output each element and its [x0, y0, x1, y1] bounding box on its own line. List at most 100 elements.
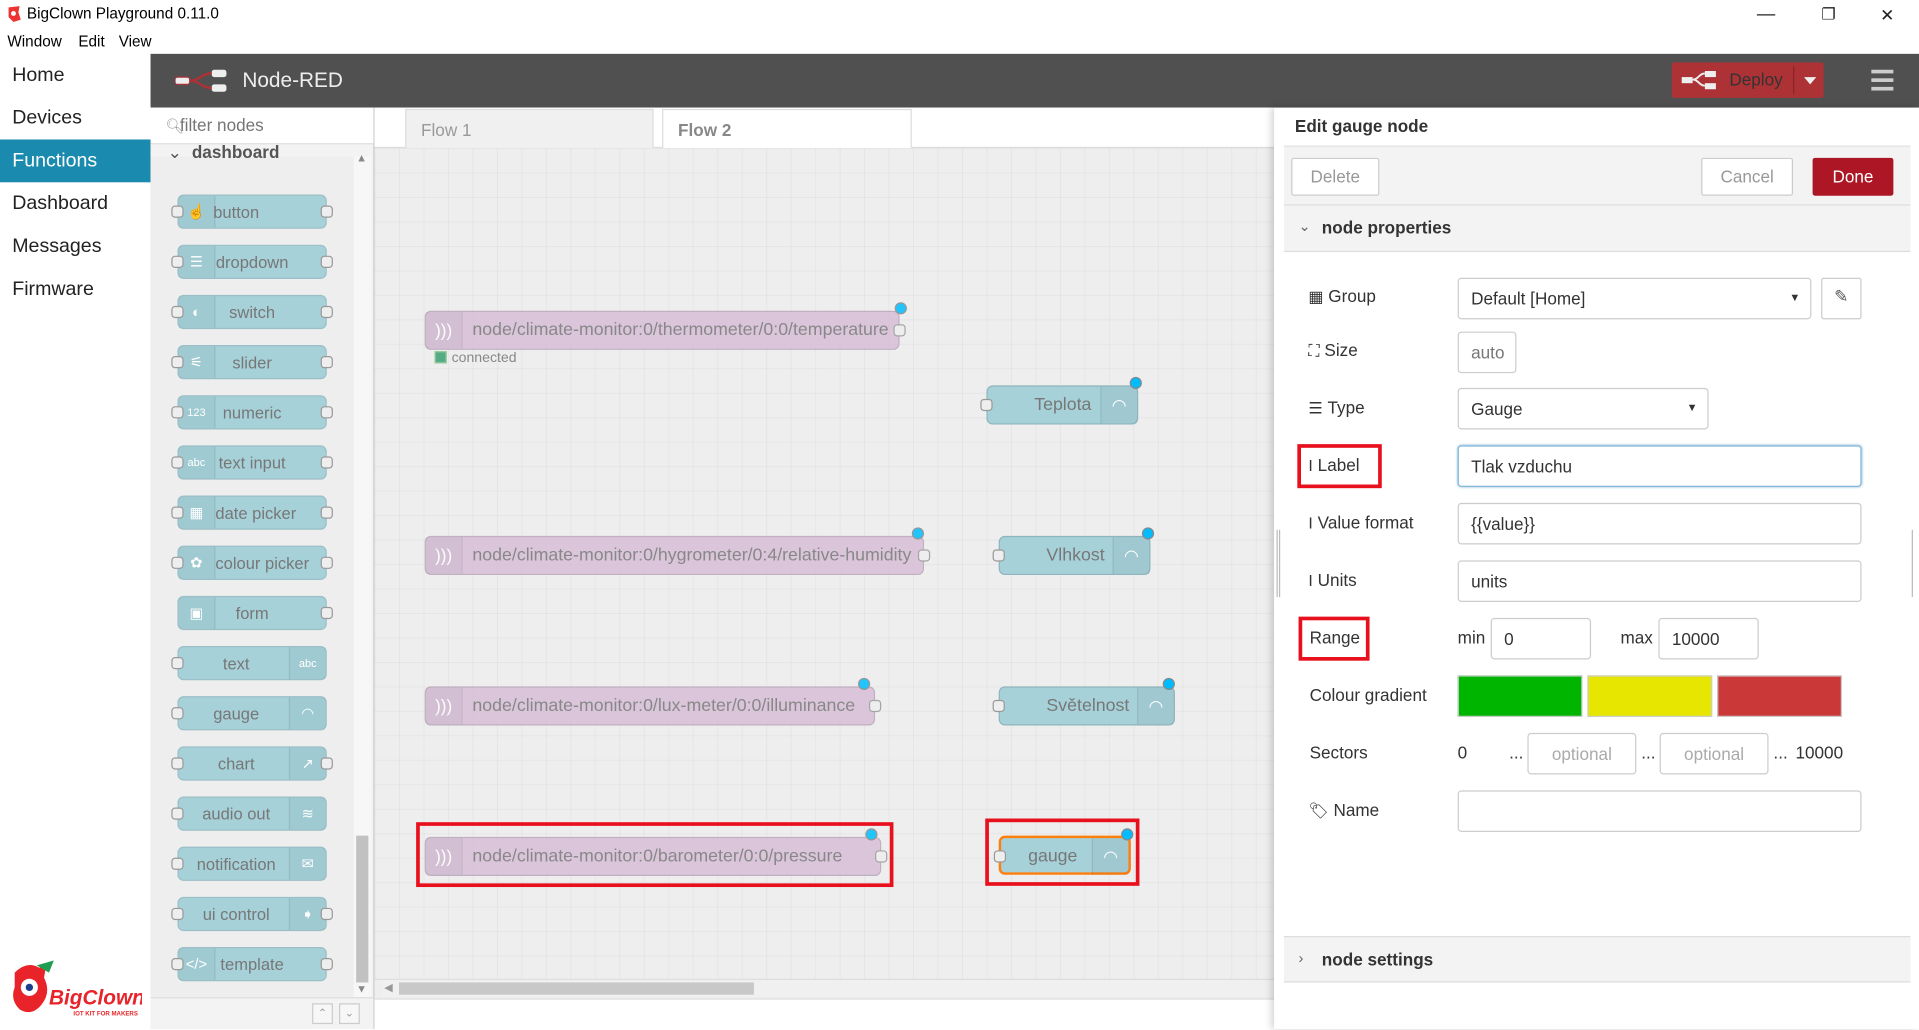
nav-firmware[interactable]: Firmware — [0, 268, 151, 311]
nav-messages[interactable]: Messages — [0, 225, 151, 268]
max-input[interactable]: 10000 — [1658, 617, 1759, 660]
tab-flow-2[interactable]: Flow 2 — [662, 108, 912, 149]
sidebar-resize-handle[interactable] — [1911, 529, 1914, 598]
tray-resize-handle[interactable] — [1276, 529, 1281, 598]
type-select[interactable]: Gauge ▼ — [1457, 387, 1709, 430]
palette-node-audio-out[interactable]: audio out ≋ — [171, 796, 327, 831]
wifi-icon: ))) — [426, 311, 463, 349]
changed-indicator — [1162, 677, 1175, 691]
section-node-properties[interactable]: ⌄ node properties — [1283, 205, 1911, 253]
type-label: ☰ Type — [1308, 397, 1365, 418]
palette-node-text-input[interactable]: abc text input — [171, 445, 333, 480]
palette-node-slider[interactable]: ⚟ slider — [171, 345, 333, 380]
scroll-left-icon[interactable]: ◀ — [384, 981, 392, 994]
nav-functions[interactable]: Functions — [0, 139, 151, 183]
palette-node-chart[interactable]: chart ↗ — [171, 746, 333, 781]
abc-icon: abc — [288, 647, 326, 680]
menu-view[interactable]: View — [119, 33, 152, 50]
done-button[interactable]: Done — [1812, 157, 1894, 196]
palette-node-switch[interactable]: ◐ switch — [171, 294, 333, 330]
palette-scroll-thumb[interactable] — [356, 835, 369, 983]
palette-scrollbar[interactable]: ▲ ▼ — [353, 152, 371, 1001]
highlight-label — [1297, 444, 1382, 489]
toggle-icon: ◐ — [179, 296, 216, 328]
palette-node-date-picker[interactable]: ▦ date picker — [171, 495, 333, 530]
palette-node-dropdown[interactable]: ☰ dropdown — [171, 244, 333, 279]
app-sidebar: Home Devices Functions Dashboard Message… — [0, 53, 151, 1029]
value-format-input[interactable]: {{value}} — [1457, 502, 1862, 545]
palette-node-template[interactable]: </> template — [171, 946, 333, 982]
menu-edit[interactable]: Edit — [78, 33, 104, 50]
units-input[interactable]: units — [1457, 560, 1862, 602]
pencil-icon: ✎ — [1834, 286, 1849, 306]
form-icon: ▣ — [179, 597, 216, 629]
svg-text:BigClown: BigClown — [49, 986, 142, 1009]
title-bar: BigClown Playground 0.11.0 — ❐ ✕ — [0, 0, 1919, 30]
gauge-node-teplota[interactable]: Teplota ◠ — [980, 376, 1142, 425]
sector-dots-1: ... — [1509, 742, 1524, 763]
palette-node-gauge[interactable]: gauge ◠ — [171, 696, 327, 731]
deploy-icon — [1681, 70, 1716, 90]
mqtt-humidity-node[interactable]: ))) node/climate-monitor:0/hygrometer/0:… — [424, 527, 931, 576]
calendar-icon: ▦ — [179, 496, 216, 529]
collapse-all-icon[interactable]: ⌃ — [312, 1003, 333, 1025]
highlight-range — [1298, 616, 1370, 661]
scroll-down-icon[interactable]: ▼ — [356, 982, 367, 994]
palette-node-form[interactable]: ▣ form — [177, 595, 333, 631]
gauge-icon: ◠ — [1112, 537, 1150, 574]
tab-flow-1[interactable]: Flow 1 — [405, 108, 654, 149]
nav-dashboard[interactable]: Dashboard — [0, 182, 151, 225]
main-menu-icon[interactable] — [1871, 69, 1894, 96]
colour-swatch-1[interactable] — [1457, 675, 1583, 717]
palette-node-colour-picker[interactable]: ✿ colour picker — [171, 545, 333, 580]
sector-2-input[interactable]: optional — [1659, 732, 1769, 775]
group-select[interactable]: Default [Home] ▼ — [1457, 277, 1812, 320]
sliders-icon: ⚟ — [179, 346, 216, 379]
code-icon: </> — [179, 948, 216, 981]
palette-category-dashboard[interactable]: ⌄ dashboard — [168, 142, 280, 159]
changed-indicator — [911, 527, 925, 540]
deploy-dropdown-icon[interactable] — [1793, 66, 1824, 95]
nodered-header: Node-RED Deploy — [150, 53, 1919, 108]
sector-1-input[interactable]: optional — [1527, 732, 1637, 775]
flow-canvas[interactable]: ))) node/climate-monitor:0/thermometer/0… — [374, 148, 1275, 979]
node-palette: 🔍︎ ⌄ dashboard ▲ ▼ ☝ button ☰ dropdown ◐ … — [150, 107, 375, 1029]
dropdown-caret-icon: ▼ — [1789, 291, 1801, 304]
workspace-hscroll[interactable]: ◀ — [381, 980, 1275, 998]
palette-node-button[interactable]: ☝ button — [171, 194, 333, 229]
gauge-node-vlhkost[interactable]: Vlhkost ◠ — [992, 527, 1155, 576]
nav-devices[interactable]: Devices — [0, 97, 151, 140]
deploy-button[interactable]: Deploy — [1671, 62, 1824, 98]
workspace-bottom-bar — [374, 998, 1275, 1030]
section-node-settings[interactable]: › node settings — [1283, 935, 1911, 983]
deploy-label: Deploy — [1729, 69, 1783, 90]
menu-window[interactable]: Window — [7, 33, 61, 50]
minimize-button[interactable]: — — [1738, 0, 1794, 29]
mqtt-temperature-node[interactable]: ))) node/climate-monitor:0/thermometer/0… — [424, 302, 907, 350]
expand-all-icon[interactable]: ⌄ — [339, 1003, 360, 1025]
palette-node-numeric[interactable]: 123 numeric — [171, 395, 333, 430]
palette-node-ui-control[interactable]: ui control ➧ — [171, 896, 333, 932]
close-button[interactable]: ✕ — [1859, 0, 1915, 29]
colour-swatch-2[interactable] — [1587, 675, 1713, 717]
filter-nodes-input[interactable] — [179, 115, 364, 135]
wifi-icon: ))) — [426, 537, 463, 574]
palette-node-notification[interactable]: notification ✉ — [171, 846, 327, 881]
workspace-scroll-thumb[interactable] — [398, 982, 754, 995]
size-button[interactable]: auto — [1457, 331, 1517, 374]
palette-node-text[interactable]: text abc — [171, 646, 327, 681]
text-cursor-icon: I — [1308, 571, 1313, 590]
mqtt-illuminance-node[interactable]: ))) node/climate-monitor:0/lux-meter/0:0… — [424, 677, 882, 726]
gauge-node-svetelnost[interactable]: Světelnost ◠ — [992, 677, 1175, 726]
colour-swatch-3[interactable] — [1717, 675, 1842, 717]
scroll-up-icon[interactable]: ▲ — [356, 152, 367, 164]
name-input[interactable] — [1457, 790, 1862, 832]
nav-home[interactable]: Home — [0, 54, 151, 97]
delete-button[interactable]: Delete — [1291, 157, 1380, 196]
label-input[interactable]: Tlak vzduchu — [1457, 445, 1862, 487]
min-input[interactable]: 0 — [1490, 617, 1592, 660]
restore-button[interactable]: ❐ — [1800, 0, 1856, 29]
palette-filter: 🔍︎ — [150, 107, 374, 145]
edit-group-button[interactable]: ✎ — [1821, 277, 1862, 320]
cancel-button[interactable]: Cancel — [1701, 157, 1794, 196]
